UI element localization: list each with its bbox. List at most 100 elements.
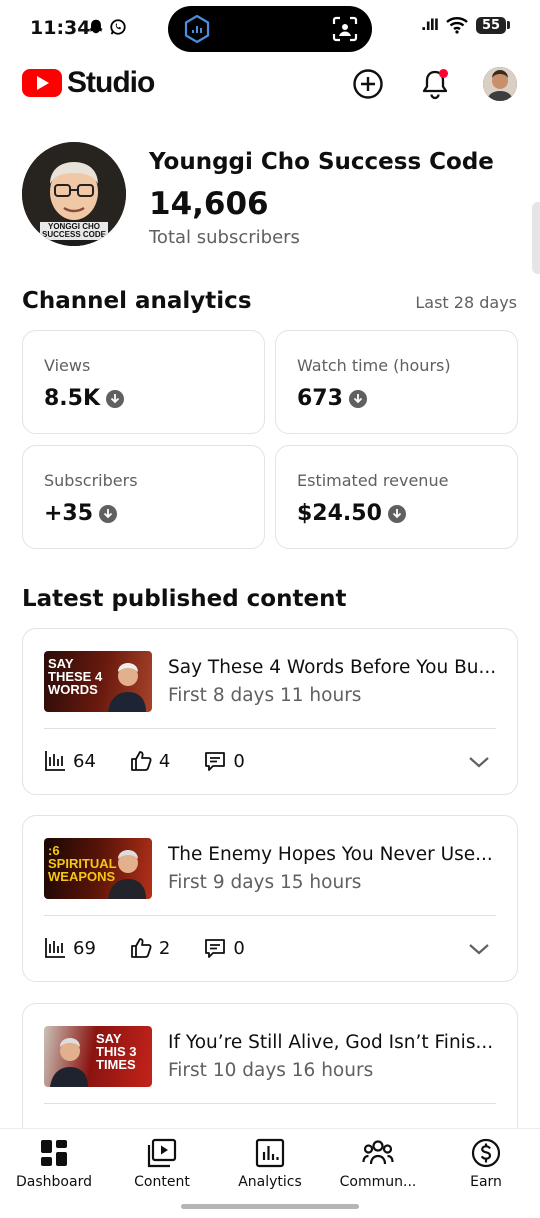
comments-count: 0 [233, 937, 245, 959]
metric-card-revenue[interactable]: Estimated revenue $24.50 [275, 445, 518, 549]
comment-icon [205, 939, 226, 958]
chevron-down-icon[interactable] [467, 752, 491, 772]
nav-content[interactable]: Content [112, 1137, 212, 1190]
video-card[interactable]: Say this 3 times If You’re Still Alive, … [22, 1003, 518, 1128]
trend-down-icon [387, 504, 406, 523]
metric-label: Subscribers [44, 471, 138, 490]
dynamic-island [168, 6, 372, 52]
metric-number: 673 [297, 386, 343, 411]
metric-number: 8.5K [44, 386, 101, 411]
side-panel-handle[interactable] [532, 202, 540, 274]
channel-avatar: YONGGI CHO SUCCESS CODE [22, 142, 126, 246]
trend-down-icon [348, 389, 367, 408]
comments-stat: 0 [204, 750, 245, 772]
video-card[interactable]: Say these 4 words Say These 4 Words Befo… [22, 628, 518, 795]
video-meta: First 9 days 15 hours [168, 872, 362, 893]
thumbnail-text: Say this 3 times [96, 1031, 137, 1072]
metric-label: Views [44, 356, 91, 375]
dashboard-icon [41, 1140, 67, 1166]
nav-label: Content [134, 1174, 190, 1190]
video-stats: 69 2 0 [44, 937, 279, 959]
video-title: Say These 4 Words Before You Bu... [168, 657, 497, 678]
metric-card-views[interactable]: Views 8.5K [22, 330, 265, 434]
comments-stat: 0 [204, 937, 245, 959]
views-count: 64 [73, 750, 96, 772]
whatsapp-icon [110, 19, 126, 35]
metric-card-subscribers[interactable]: Subscribers +35 [22, 445, 265, 549]
chevron-down-icon[interactable] [467, 939, 491, 959]
like-icon [131, 751, 152, 771]
thumbnail-text: Say these 4 words [48, 656, 103, 697]
channel-name: Younggi Cho Success Code [149, 149, 494, 175]
bar-chart-icon [45, 751, 65, 771]
community-icon [362, 1140, 394, 1165]
video-thumbnail[interactable]: Say this 3 times [44, 1026, 152, 1087]
battery-icon: 55 [476, 16, 510, 34]
subscriber-label: Total subscribers [149, 227, 300, 248]
create-button[interactable] [350, 66, 386, 102]
signal-icon: .ıll [420, 16, 439, 34]
thumbnail-person [108, 850, 146, 899]
latest-content-title: Latest published content [22, 586, 347, 612]
metric-label: Estimated revenue [297, 471, 449, 490]
video-meta: First 10 days 16 hours [168, 1060, 374, 1081]
metric-label: Watch time (hours) [297, 356, 451, 375]
metric-value: 8.5K [44, 386, 125, 411]
trend-down-icon [106, 389, 125, 408]
likes-stat: 2 [130, 937, 170, 959]
studio-logo[interactable]: Studio [22, 66, 155, 100]
video-title: If You’re Still Alive, God Isn’t Finis..… [168, 1032, 494, 1053]
video-stats: 64 4 0 [44, 750, 279, 772]
likes-stat: 4 [130, 750, 170, 772]
bar-chart-icon [45, 938, 65, 958]
wifi-icon [446, 17, 468, 34]
earn-icon [471, 1138, 501, 1168]
status-time: 11:34 [30, 17, 91, 39]
video-thumbnail[interactable]: :6 Spiritual Weapons [44, 838, 152, 899]
battery-level: 55 [476, 16, 506, 34]
status-bar: 11:34 .ıll 55 [0, 0, 540, 58]
nav-community[interactable]: Commun... [328, 1137, 428, 1190]
video-meta: First 8 days 11 hours [168, 685, 362, 706]
nav-label: Commun... [339, 1174, 417, 1190]
home-indicator[interactable] [181, 1204, 359, 1209]
bottom-navigation: Dashboard Content Analytics Commun... Ea… [0, 1128, 540, 1218]
thumbnail-person [50, 1038, 88, 1087]
nav-dashboard[interactable]: Dashboard [4, 1137, 104, 1190]
create-icon [353, 69, 383, 99]
channel-summary[interactable]: YONGGI CHO SUCCESS CODE Younggi Cho Succ… [22, 142, 518, 250]
analytics-title: Channel analytics [22, 288, 252, 314]
divider [44, 728, 496, 729]
nav-label: Earn [470, 1174, 502, 1190]
app-activity-icon [184, 14, 210, 44]
nav-label: Analytics [238, 1174, 302, 1190]
comments-count: 0 [233, 750, 245, 772]
subscriber-count: 14,606 [149, 186, 269, 222]
notification-badge [439, 69, 448, 78]
metric-value: $24.50 [297, 501, 406, 526]
thumbnail-text: :6 Spiritual Weapons [48, 843, 117, 884]
thumbnail-person [108, 663, 146, 712]
views-count: 69 [73, 937, 96, 959]
notifications-button[interactable] [417, 66, 453, 102]
nav-earn[interactable]: Earn [436, 1137, 536, 1190]
nav-analytics[interactable]: Analytics [220, 1137, 320, 1190]
video-title: The Enemy Hopes You Never Use... [168, 844, 493, 865]
metric-number: +35 [44, 501, 94, 526]
views-stat: 69 [44, 937, 96, 959]
status-notification-icons [87, 18, 127, 36]
divider [44, 915, 496, 916]
video-thumbnail[interactable]: Say these 4 words [44, 651, 152, 712]
likes-count: 4 [158, 750, 171, 772]
account-avatar[interactable] [483, 67, 517, 101]
app-header: Studio [0, 58, 540, 108]
nav-label: Dashboard [16, 1174, 92, 1190]
video-card[interactable]: :6 Spiritual Weapons The Enemy Hopes You… [22, 815, 518, 982]
ghost-icon [89, 19, 103, 34]
channel-avatar-caption: YONGGI CHO SUCCESS CODE [41, 222, 106, 239]
trend-down-icon [99, 504, 118, 523]
analytics-icon [255, 1138, 285, 1168]
metric-value: +35 [44, 501, 118, 526]
metric-card-watch-time[interactable]: Watch time (hours) 673 [275, 330, 518, 434]
comment-icon [205, 752, 226, 771]
